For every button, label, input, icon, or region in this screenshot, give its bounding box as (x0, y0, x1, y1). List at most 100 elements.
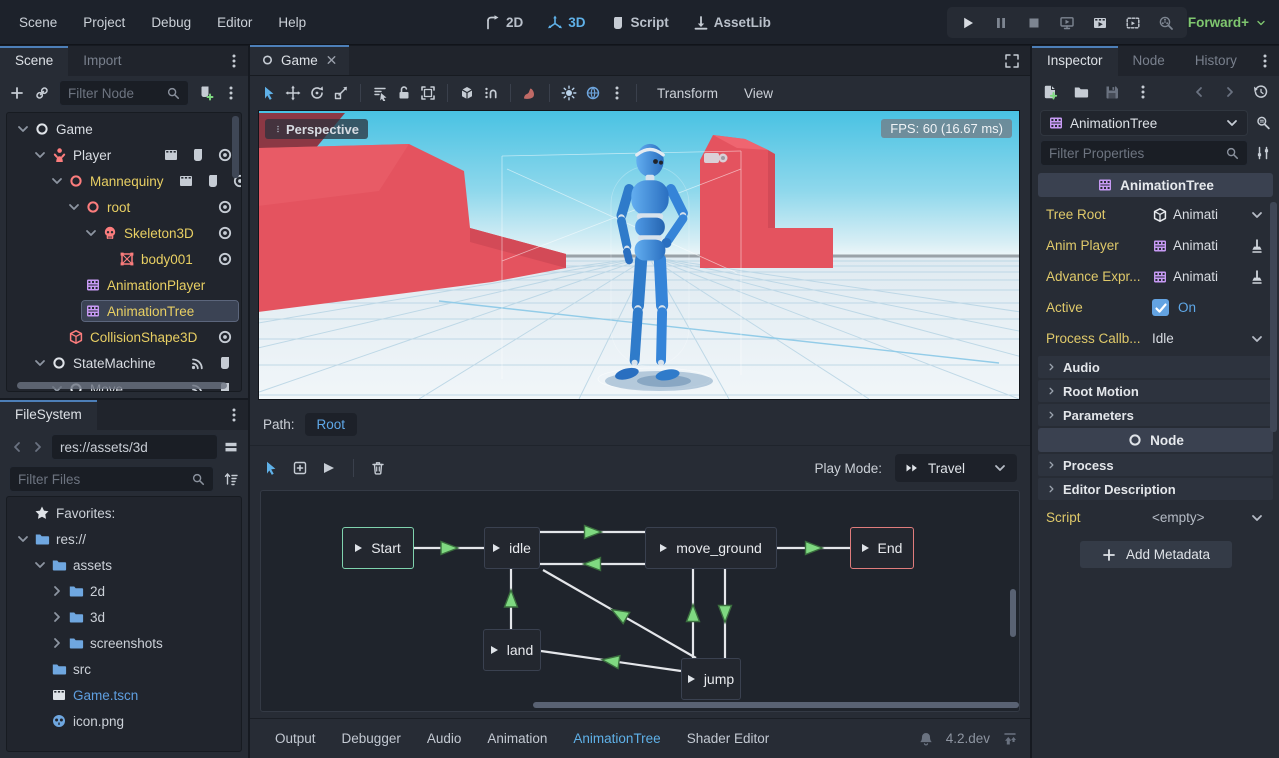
transition-arrow-icon[interactable] (719, 606, 732, 623)
play-scene-icon[interactable] (1092, 15, 1108, 31)
visibility-toggle-button[interactable] (217, 251, 233, 267)
group-toggle[interactable] (420, 85, 436, 101)
node-play-icon[interactable] (355, 544, 366, 552)
sort-files-icon[interactable] (223, 471, 239, 487)
file-item-icon-png[interactable]: icon.png (7, 708, 241, 734)
chevron-right-icon[interactable] (49, 583, 65, 599)
group-editor-description[interactable]: Editor Description (1038, 478, 1273, 500)
chevron-down-icon[interactable] (32, 147, 48, 163)
file-item-game-tscn[interactable]: Game.tscn (7, 682, 241, 708)
new-scene-tab-button[interactable] (349, 53, 373, 69)
play-remote-debug-icon[interactable] (1059, 15, 1075, 31)
statemachine-graph[interactable]: Startidlemove_groundEndlandjump (260, 490, 1020, 712)
node-play-icon[interactable] (688, 675, 699, 683)
mode-button-3d[interactable]: 3D (540, 15, 592, 31)
dock-menu-icon[interactable] (226, 53, 242, 69)
scene-item-body001[interactable]: body001 (7, 246, 241, 272)
state-node-land[interactable]: land (483, 629, 541, 671)
history-back-button[interactable] (1191, 84, 1207, 100)
filter-properties-input[interactable]: Filter Properties (1040, 140, 1248, 166)
scene-tree-menu-button[interactable] (223, 85, 239, 101)
group-root-motion[interactable]: Root Motion (1038, 380, 1273, 402)
script-button[interactable] (217, 355, 233, 371)
preview-environment-toggle[interactable] (585, 85, 601, 101)
state-node-move_ground[interactable]: move_ground (645, 527, 777, 569)
pause-icon[interactable] (993, 15, 1009, 31)
tab-scene[interactable]: Scene (0, 46, 68, 76)
chevron-down-icon[interactable] (32, 557, 48, 573)
play-custom-scene-icon[interactable] (1125, 15, 1141, 31)
collapse-panel-icon[interactable] (1002, 731, 1018, 747)
move-tool[interactable] (285, 85, 301, 101)
chevron-down-icon[interactable] (15, 531, 31, 547)
graph-hscrollbar[interactable] (533, 702, 1019, 708)
load-resource-button[interactable] (1073, 84, 1089, 100)
scale-tool[interactable] (333, 85, 349, 101)
perspective-menu[interactable]: Perspective (265, 119, 368, 139)
notification-bell-icon[interactable] (918, 731, 934, 747)
add-node-button[interactable] (9, 85, 25, 101)
list-select-tool[interactable] (372, 85, 388, 101)
add-metadata-button[interactable]: Add Metadata (1080, 541, 1232, 568)
nav-forward-button[interactable] (30, 439, 46, 455)
node-play-icon[interactable] (493, 544, 504, 552)
visibility-toggle-button[interactable] (217, 329, 233, 345)
dock-menu-icon[interactable] (1257, 53, 1273, 69)
chevron-down-icon[interactable] (1249, 207, 1265, 223)
play-icon[interactable] (960, 15, 976, 31)
scene-item-statemachine[interactable]: StateMachine (7, 350, 241, 376)
node-play-icon[interactable] (862, 544, 873, 552)
script-button[interactable] (205, 173, 221, 189)
bottom-tab-debugger[interactable]: Debugger (329, 731, 414, 746)
group-parameters[interactable]: Parameters (1038, 404, 1273, 426)
transition-arrow-icon[interactable] (584, 558, 601, 571)
signal-connection-icon[interactable] (190, 355, 206, 371)
property-value[interactable]: Animati (1152, 269, 1265, 285)
scene-item-game[interactable]: Game (7, 116, 241, 142)
snap-toggle[interactable] (459, 85, 475, 101)
node-play-icon[interactable] (660, 544, 671, 552)
scene-item-root[interactable]: root (7, 194, 241, 220)
menu-scene[interactable]: Scene (6, 0, 70, 45)
bottom-tab-animationtree[interactable]: AnimationTree (560, 731, 673, 746)
visibility-toggle-button[interactable] (217, 199, 233, 215)
node-play-icon[interactable] (491, 646, 502, 654)
script-button[interactable] (190, 147, 206, 163)
filter-files-input[interactable]: Filter Files (9, 466, 214, 492)
property-value[interactable]: Idle (1152, 331, 1265, 347)
mode-button-2d[interactable]: 2D (478, 15, 530, 31)
chevron-down-icon[interactable] (15, 121, 31, 137)
tab-node[interactable]: Node (1118, 46, 1180, 76)
bottom-tab-animation[interactable]: Animation (474, 731, 560, 746)
scene-instance-button[interactable] (178, 173, 194, 189)
attach-script-button[interactable] (198, 85, 214, 101)
chevron-down-icon[interactable] (83, 225, 99, 241)
chevron-down-icon[interactable] (1249, 510, 1265, 526)
menu-help[interactable]: Help (265, 0, 319, 45)
open-documentation-icon[interactable] (1255, 115, 1271, 131)
inspector-scrollbar[interactable] (1270, 202, 1277, 432)
scene-item-mannequiny[interactable]: Mannequiny (7, 168, 241, 194)
movie-maker-icon[interactable] (1158, 15, 1174, 31)
group-process[interactable]: Process (1038, 454, 1273, 476)
sm-select-tool[interactable] (263, 460, 279, 476)
file-item-screenshots[interactable]: screenshots (7, 630, 241, 656)
object-history-button[interactable] (1253, 84, 1269, 100)
file-item-favorites[interactable]: Favorites: (7, 500, 241, 526)
split-view-icon[interactable] (223, 439, 239, 455)
resource-selector[interactable]: AnimationTree (1040, 110, 1248, 136)
new-resource-button[interactable] (1042, 84, 1058, 100)
nav-back-button[interactable] (9, 439, 25, 455)
chevron-down-icon[interactable] (66, 199, 82, 215)
transition-arrow-icon[interactable] (608, 604, 629, 624)
scene-tree-vscrollbar[interactable] (232, 116, 239, 178)
chevron-down-icon[interactable] (1249, 331, 1265, 347)
chevron-right-icon[interactable] (49, 635, 65, 651)
menu-project[interactable]: Project (70, 0, 138, 45)
tab-filesystem[interactable]: FileSystem (0, 400, 97, 430)
graph-vscrollbar[interactable] (1010, 589, 1016, 637)
chevron-down-icon[interactable] (49, 173, 65, 189)
visibility-toggle-button[interactable] (217, 225, 233, 241)
state-node-idle[interactable]: idle (484, 527, 540, 569)
visibility-toggle-button[interactable] (217, 147, 233, 163)
